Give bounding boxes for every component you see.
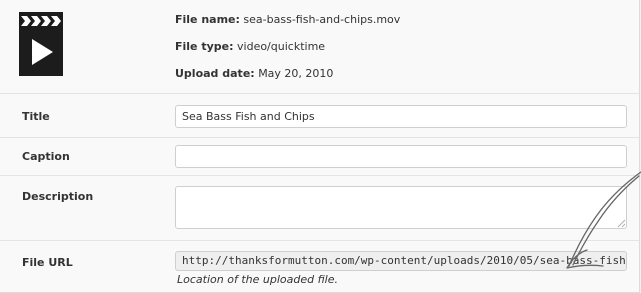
file-type-label: File type:	[175, 40, 234, 53]
file-name-label: File name:	[175, 13, 240, 26]
video-clapperboard-icon	[21, 16, 61, 65]
file-name-value: sea-bass-fish-and-chips.mov	[243, 13, 401, 26]
file-url-help-text: Location of the uploaded file.	[177, 273, 338, 286]
file-type-value: video/quicktime	[237, 40, 326, 53]
upload-date-value: May 20, 2010	[258, 67, 334, 80]
upload-date-line: Upload date: May 20, 2010	[175, 67, 333, 80]
divider	[0, 175, 639, 176]
title-label: Title	[22, 110, 50, 123]
divider	[0, 240, 639, 241]
media-details-panel: File name: sea-bass-fish-and-chips.mov F…	[0, 0, 641, 293]
video-thumbnail	[19, 12, 63, 76]
caption-input[interactable]	[175, 145, 627, 168]
file-type-line: File type: video/quicktime	[175, 40, 325, 53]
title-input[interactable]	[175, 105, 627, 128]
file-url-label: File URL	[22, 256, 73, 269]
divider	[0, 93, 639, 94]
file-name-line: File name: sea-bass-fish-and-chips.mov	[175, 13, 400, 26]
upload-date-label: Upload date:	[175, 67, 255, 80]
hand-drawn-arrow-icon	[566, 171, 641, 269]
description-label: Description	[22, 190, 94, 203]
caption-label: Caption	[22, 150, 70, 163]
divider	[0, 137, 639, 138]
